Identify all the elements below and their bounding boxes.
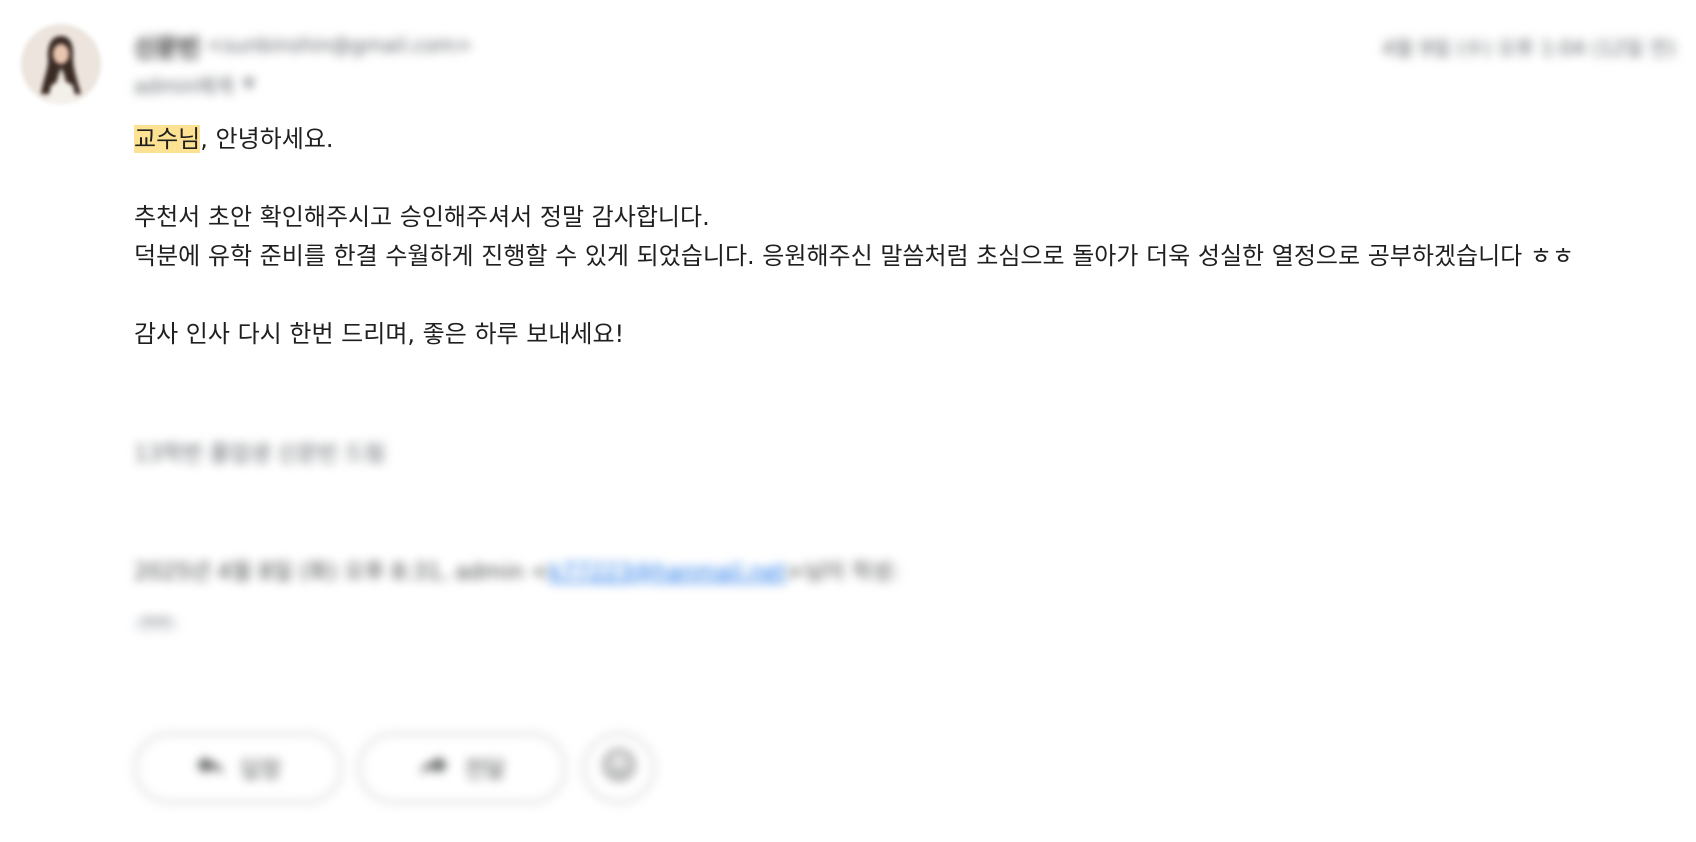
greeting-highlight: 교수님 [134,125,201,153]
emoji-reaction-button[interactable] [583,733,655,803]
forward-button[interactable]: 전달 [358,733,566,803]
body-line-3: 감사 인사 다시 한번 드리며, 좋은 하루 보내세요! [134,320,625,348]
quote-email-link[interactable]: k77223@hanmail.net [549,560,785,585]
quote-prefix: 2025년 4월 8일 (화) 오후 8:31, admin < [134,560,550,585]
show-trimmed-content-button[interactable]: ••• [134,613,178,632]
quote-header: 2025년 4월 8일 (화) 오후 8:31, admin <k77223@h… [134,554,899,586]
greeting-line: 교수님, 안녕하세요. [134,124,334,154]
recipient-label: admin에게 [134,73,234,98]
sender-name[interactable]: 신문빈 [134,28,200,63]
recipient-info[interactable]: admin에게 ▼ [134,70,254,98]
chevron-down-icon[interactable]: ▼ [243,76,254,92]
sender-info: 신문빈 <sunbinshin@gmail.com> [134,28,473,63]
emoji-icon [602,748,636,788]
greeting-rest: , 안녕하세요. [200,125,334,153]
sender-email: <sunbinshin@gmail.com> [206,33,473,57]
email-date: 4월 9일 (수) 오후 1:04 (12일 전) [1382,36,1676,60]
body-line-2: 덕분에 유학 준비를 한결 수월하게 진행할 수 있게 되었습니다. 응원해주신… [134,242,1575,270]
reply-icon [195,754,225,782]
signature: 13학번 졸업생 신문빈 드림 [134,442,386,467]
avatar-image [21,24,101,104]
reply-label: 답장 [240,758,282,783]
forward-icon [419,754,449,782]
body-line-1: 추천서 초안 확인해주시고 승인해주셔서 정말 감사합니다. [134,203,710,231]
forward-label: 전달 [464,758,506,783]
sender-avatar[interactable] [21,24,101,104]
reply-button[interactable]: 답장 [134,733,342,803]
quote-suffix: >님이 작성: [785,560,900,585]
